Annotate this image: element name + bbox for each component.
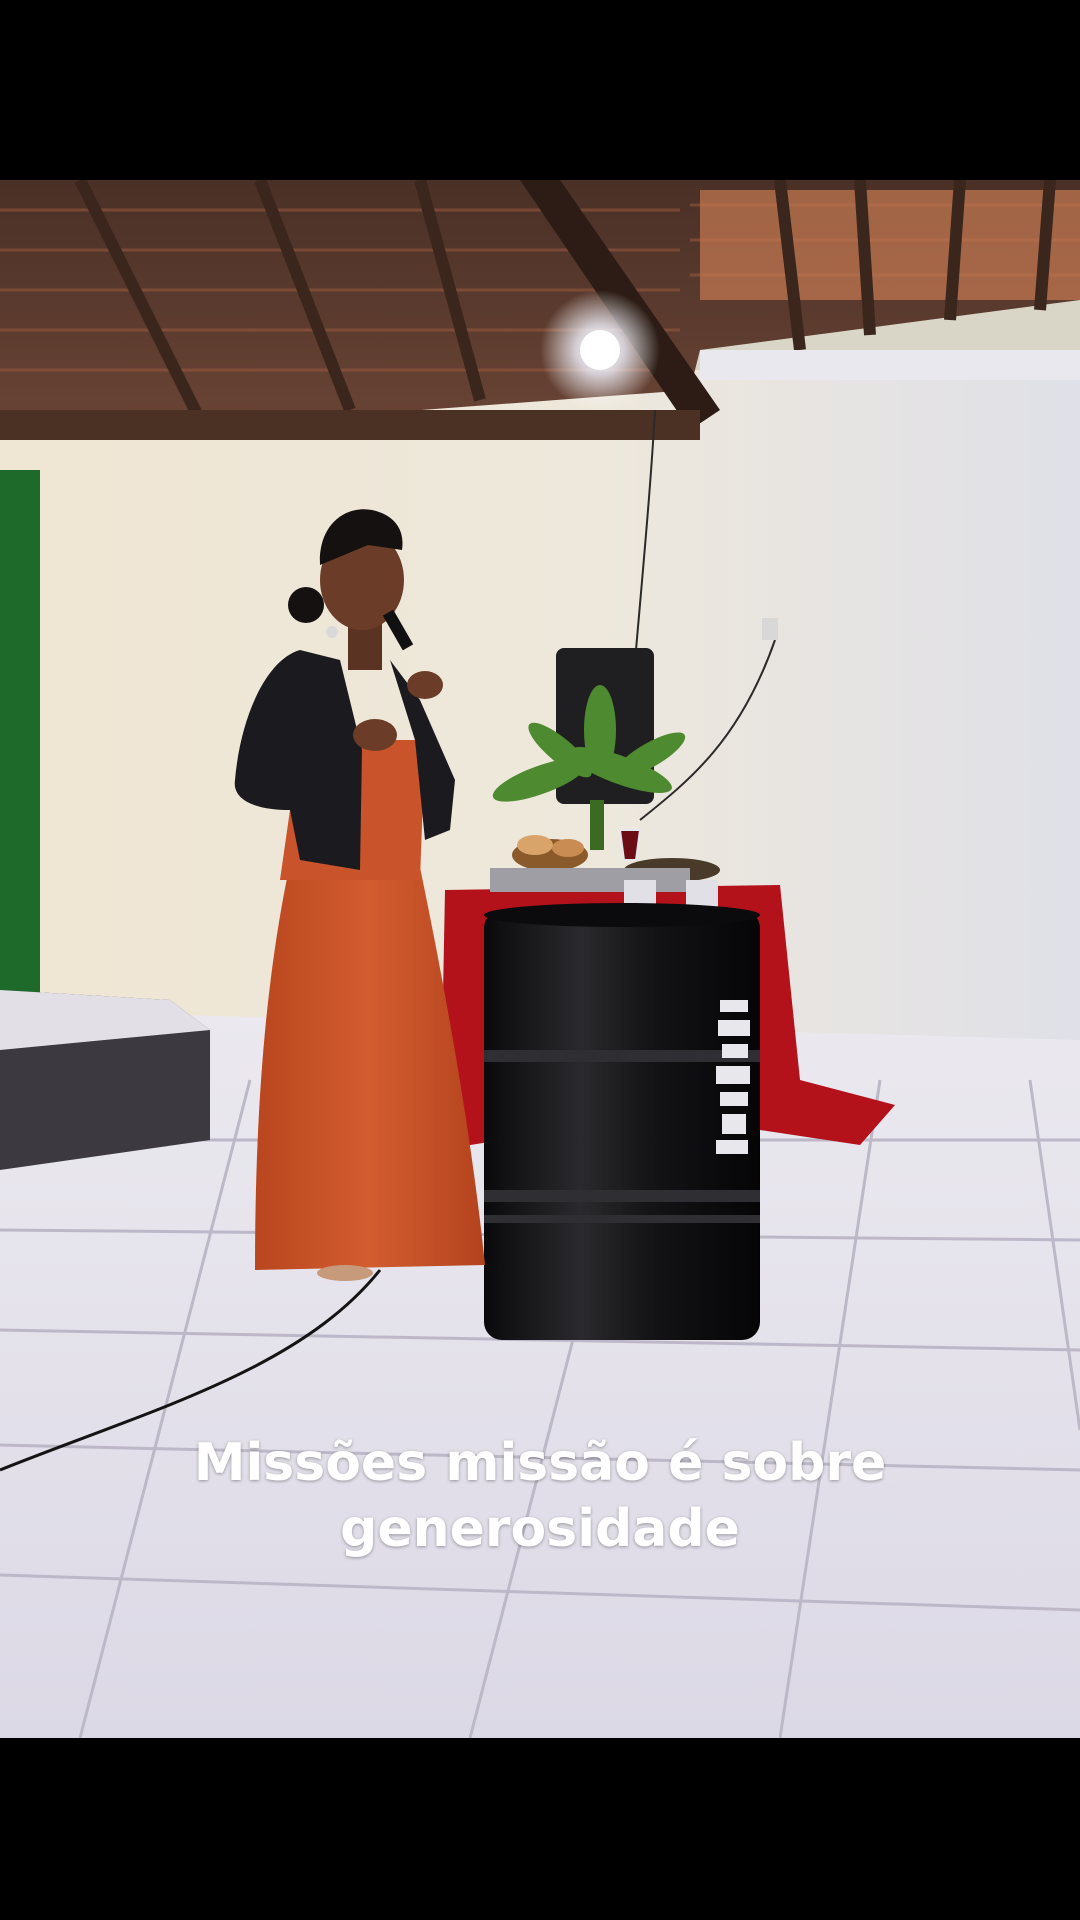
barrel-ring [484, 1215, 760, 1223]
roof-tiles-right [700, 190, 1080, 300]
hand-right [407, 671, 443, 699]
scene-illustration [0, 180, 1080, 1738]
foot [317, 1265, 373, 1281]
letterbox-bottom [0, 1738, 1080, 1920]
earring [326, 626, 338, 638]
bread [517, 835, 553, 855]
barrel-table [484, 910, 760, 1340]
wine-glass [618, 829, 642, 861]
video-frame: Missões missão é sobre generosidade [0, 0, 1080, 1920]
letterbox-top [0, 0, 1080, 180]
video-content[interactable] [0, 180, 1080, 1738]
tray [490, 868, 690, 892]
barrel-top [484, 903, 760, 927]
bread [552, 839, 584, 857]
hand-left [353, 719, 397, 751]
barrel-ring [484, 1190, 760, 1202]
green-curtain [0, 470, 40, 1000]
lamp [580, 330, 620, 370]
barrel-ring [484, 1050, 760, 1062]
wall-outlet [762, 618, 778, 640]
hair-bun [288, 587, 324, 623]
wall-beam [0, 410, 700, 440]
plant-stem [590, 800, 604, 850]
wall-top-right [700, 350, 1080, 380]
